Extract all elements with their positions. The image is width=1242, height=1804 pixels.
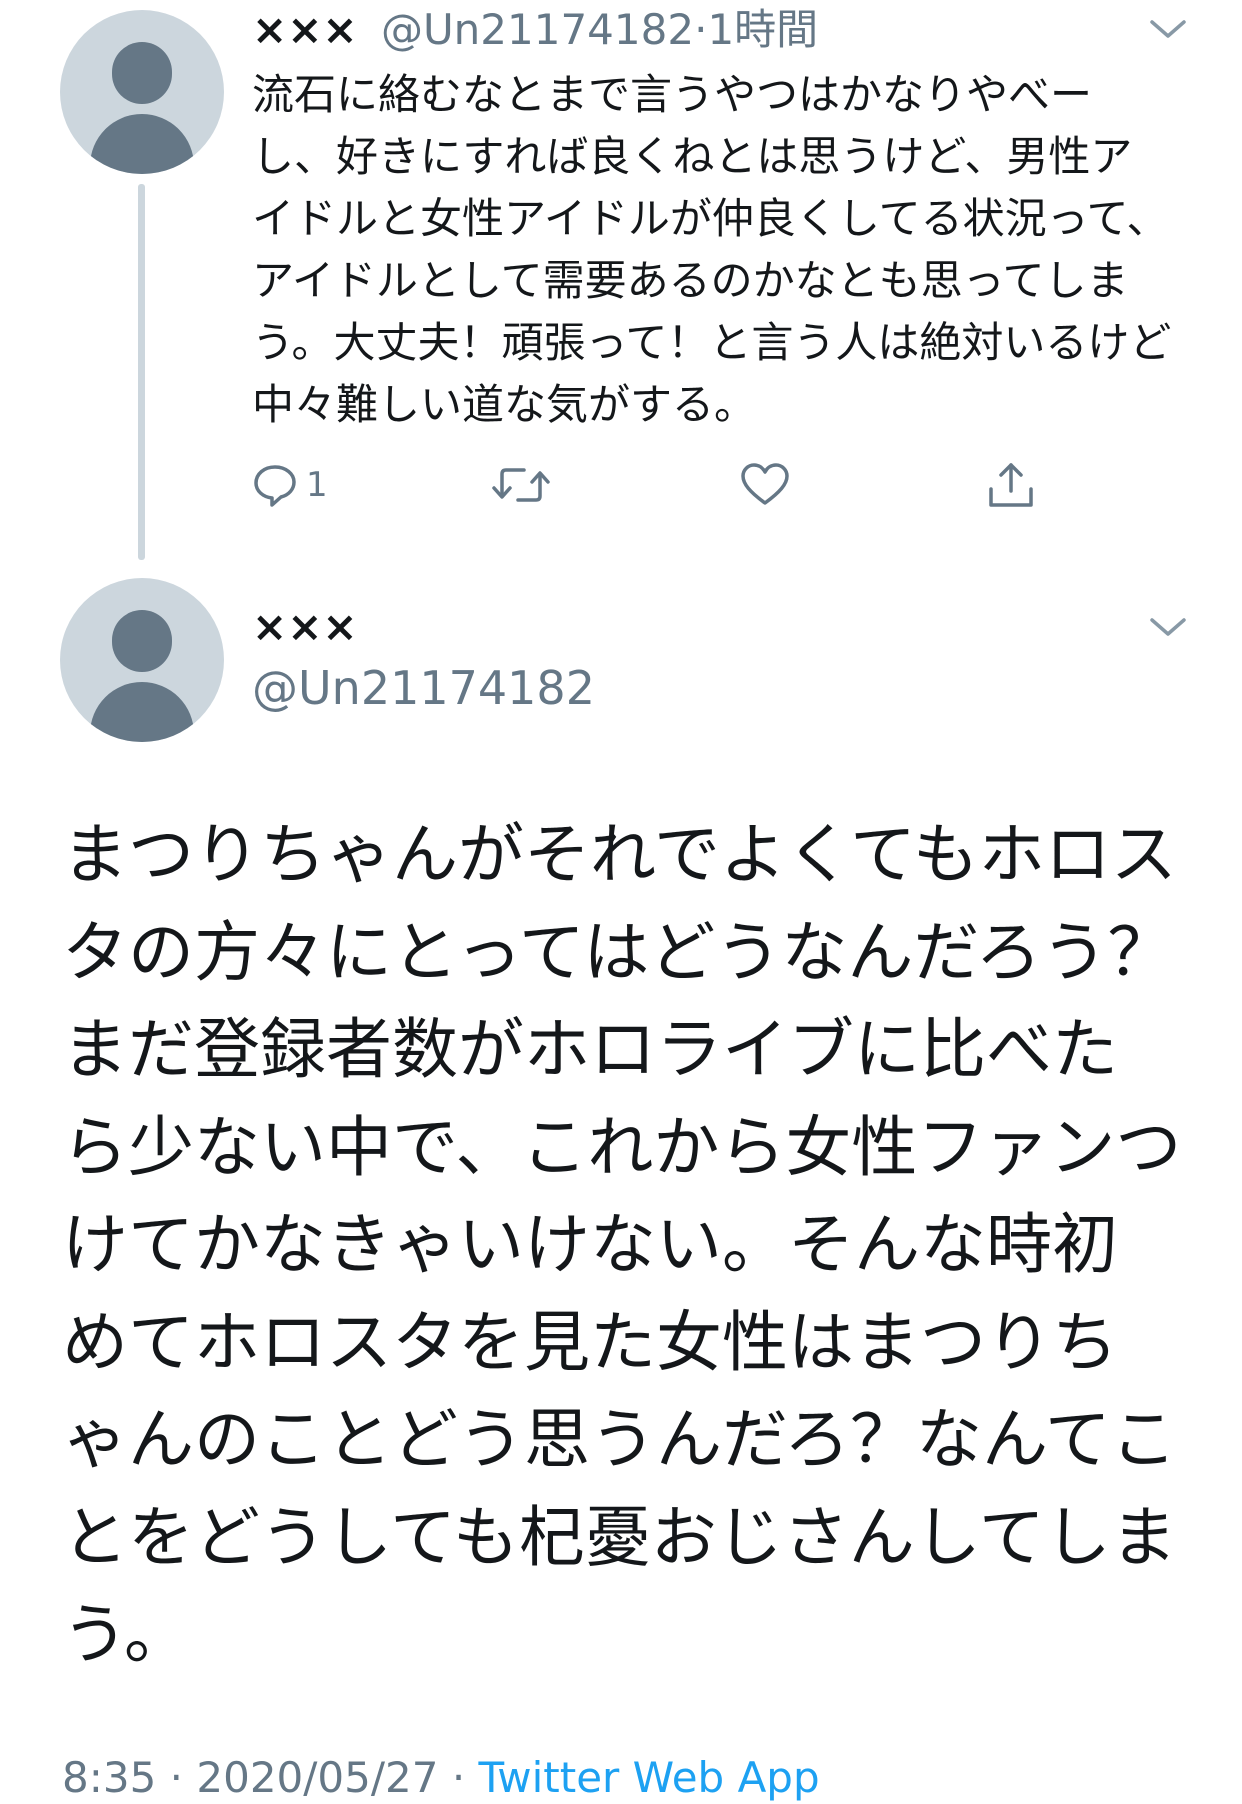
heart-icon	[740, 462, 790, 508]
author-name[interactable]: ×××	[252, 5, 358, 54]
reply-icon	[252, 462, 298, 508]
share-button[interactable]	[986, 460, 1036, 510]
avatar-body	[90, 682, 194, 742]
author-handle[interactable]: @Un21174182	[381, 5, 694, 54]
reply-button[interactable]: 1	[252, 460, 328, 510]
avatar-head	[112, 610, 172, 672]
tweet-source-link[interactable]: Twitter Web App	[479, 1753, 820, 1802]
main-tweet-text: まつりちゃんがそれでよくてもホロスタの方々にとってはどうなんだろう？まだ登録者数…	[62, 816, 1182, 1673]
retweet-button[interactable]	[492, 460, 550, 510]
author-handle[interactable]: @Un21174182	[252, 660, 595, 716]
avatar-head	[112, 42, 172, 104]
tweet-time[interactable]: 8:35	[62, 1753, 156, 1802]
tweet-date[interactable]: 2020/05/27	[196, 1753, 438, 1802]
chevron-down-icon[interactable]	[1148, 612, 1188, 642]
meta-separator: ·	[438, 1753, 479, 1802]
retweet-icon	[492, 462, 550, 508]
author-name[interactable]: ×××	[252, 600, 358, 654]
chevron-down-icon[interactable]	[1148, 14, 1188, 44]
like-button[interactable]	[740, 460, 790, 510]
thread-connector-line	[138, 184, 145, 560]
avatar[interactable]	[60, 578, 224, 742]
reply-header: ××× @Un21174182·1時間	[252, 4, 818, 56]
tweet-time[interactable]: 1時間	[707, 5, 818, 54]
avatar-body	[90, 114, 194, 174]
tweet-metadata: 8:35 · 2020/05/27 · Twitter Web App	[62, 1752, 820, 1804]
avatar[interactable]	[60, 10, 224, 174]
reply-count: 1	[306, 465, 328, 505]
share-icon	[986, 461, 1036, 509]
header-separator: ·	[694, 5, 708, 54]
meta-separator: ·	[156, 1753, 197, 1802]
reply-tweet-text: 流石に絡むなとまで言うやつはかなりやべーし、好きにすれば良くねとは思うけど、男性…	[252, 70, 1172, 429]
